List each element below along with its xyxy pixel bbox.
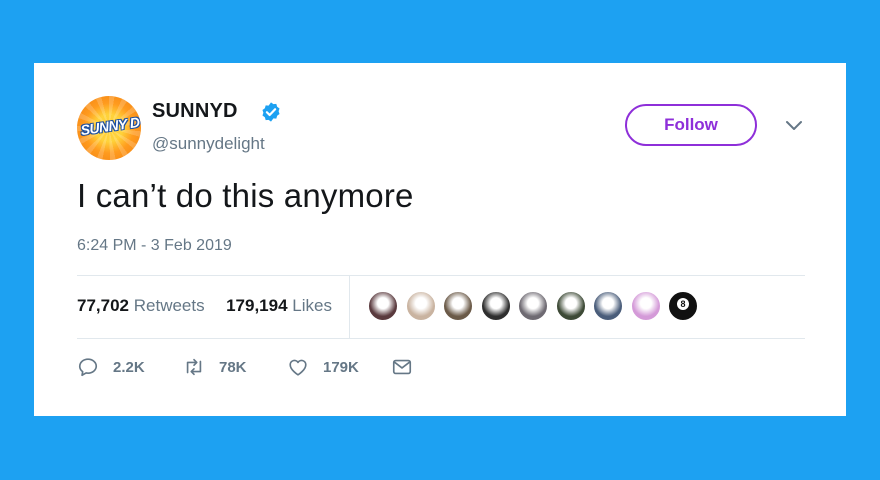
likes-count[interactable]: 179,194 bbox=[226, 296, 287, 315]
liker-avatar-4[interactable] bbox=[480, 291, 511, 321]
tweet-card: SUNNY D SUNNYD @sunnydelight Follow I ca… bbox=[34, 63, 846, 416]
reply-count: 2.2K bbox=[113, 358, 145, 376]
retweet-button[interactable]: 78K bbox=[183, 355, 247, 379]
retweet-count: 78K bbox=[219, 358, 247, 376]
tweet-timestamp[interactable]: 6:24 PM - 3 Feb 2019 bbox=[77, 237, 232, 255]
stats-divider bbox=[349, 275, 350, 338]
liker-avatar-7[interactable] bbox=[593, 291, 623, 321]
direct-message-button[interactable] bbox=[391, 355, 413, 379]
divider bbox=[77, 275, 805, 276]
follow-button[interactable]: Follow bbox=[625, 104, 757, 146]
reply-button[interactable]: 2.2K bbox=[77, 355, 145, 379]
divider bbox=[77, 338, 805, 339]
retweets-count[interactable]: 77,702 bbox=[77, 296, 129, 315]
heart-icon bbox=[289, 359, 307, 376]
chevron-down-icon[interactable] bbox=[785, 120, 803, 132]
account-name[interactable]: SUNNYD bbox=[152, 100, 238, 123]
account-handle[interactable]: @sunnydelight bbox=[152, 134, 265, 154]
liker-avatar-6[interactable] bbox=[555, 291, 586, 321]
liker-avatar-8[interactable] bbox=[630, 291, 661, 321]
envelope-icon bbox=[392, 359, 412, 375]
liker-avatar-3[interactable] bbox=[443, 291, 473, 321]
like-count: 179K bbox=[323, 358, 359, 376]
liker-avatar-9[interactable]: 8 bbox=[668, 291, 698, 321]
tweet-text: I can’t do this anymore bbox=[77, 177, 414, 214]
eight-ball-icon: 8 bbox=[677, 298, 689, 310]
engagement-stats: 77,702 Retweets 179,194 Likes bbox=[77, 296, 332, 316]
reply-icon bbox=[78, 358, 98, 377]
liker-avatar-2[interactable] bbox=[405, 291, 436, 321]
retweets-label[interactable]: Retweets bbox=[134, 296, 205, 315]
liker-avatar-5[interactable] bbox=[518, 291, 548, 321]
account-avatar[interactable]: SUNNY D bbox=[77, 96, 141, 160]
like-button[interactable]: 179K bbox=[287, 355, 359, 379]
likes-label[interactable]: Likes bbox=[292, 296, 332, 315]
verified-badge-icon bbox=[262, 102, 280, 122]
liker-avatar-1[interactable] bbox=[368, 291, 398, 321]
retweet-icon bbox=[186, 358, 202, 376]
